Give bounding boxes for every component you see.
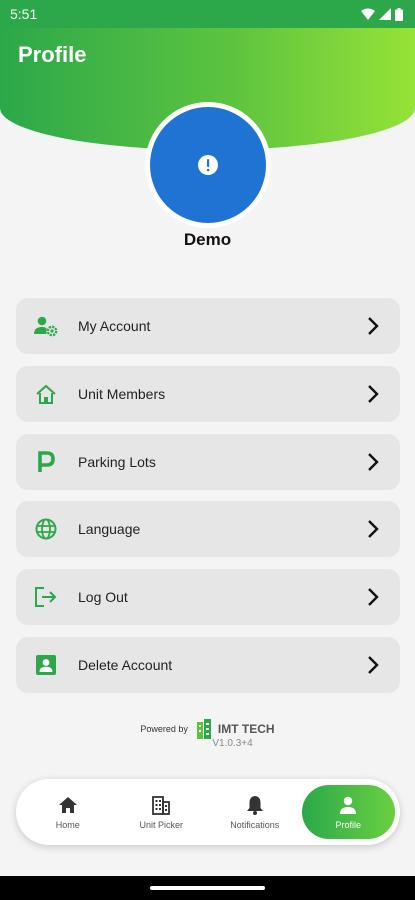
avatar[interactable] [145,102,271,228]
chevron-right-icon [368,656,379,674]
menu-item-parking-lots[interactable]: Parking Lots [16,433,400,490]
home-gesture-handle[interactable] [150,886,265,890]
chevron-right-icon [368,317,379,335]
page-title: Profile [18,42,87,67]
powered-by-footer: Powered by IMT TECH V1.0.3+4 [0,718,415,749]
account-box-icon [34,653,58,677]
menu-label-log-out: Log Out [78,589,128,606]
menu-item-delete-account[interactable]: Delete Account [16,636,400,693]
menu-label-language: Language [78,521,141,538]
status-time: 5:51 [10,6,38,22]
menu-label-delete-account: Delete Account [78,656,173,673]
nav-label-home: Home [55,819,80,830]
brand-name: IMT TECH [217,722,275,736]
menu-item-log-out[interactable]: Log Out [16,569,400,626]
account-settings-icon [34,314,58,338]
bottom-nav: Home Unit Picker Notifications Profile [16,779,400,845]
home-icon [58,795,78,815]
profile-name: Demo [183,230,232,249]
menu-label-my-account: My Account [78,318,151,334]
menu-label-parking-lots: Parking Lots [78,453,156,470]
nav-item-notifications[interactable]: Notifications [208,785,302,839]
globe-icon [34,517,58,541]
app-version: V1.0.3+4 [212,738,253,749]
person-icon [339,795,357,815]
nav-label-unit-picker: Unit Picker [139,819,183,830]
wifi-icon [361,8,375,20]
nav-item-profile[interactable]: Profile [301,785,395,839]
logout-icon [34,585,58,609]
menu-label-unit-members: Unit Members [78,385,166,402]
nav-item-home[interactable]: Home [21,785,115,839]
profile-menu: My Account Unit Members Parking Lots Lan… [16,298,400,705]
powered-by-text: Powered by [140,724,188,734]
parking-icon [34,450,58,474]
signal-icon [379,8,391,20]
menu-item-my-account[interactable]: My Account [16,298,400,354]
nav-item-unit-picker[interactable]: Unit Picker [115,785,209,839]
battery-icon [395,7,403,21]
building-icon [151,795,171,815]
nav-label-profile: Profile [335,819,361,830]
status-bar: 5:51 [0,0,415,28]
bell-icon [246,795,264,815]
system-gesture-bar [0,876,415,900]
chevron-right-icon [368,384,379,403]
menu-item-language[interactable]: Language [16,501,400,558]
alert-circle-icon [198,155,218,175]
home-icon [34,382,58,406]
brand-logo: IMT TECH [194,718,275,740]
chevron-right-icon [368,588,379,607]
nav-label-notifications: Notifications [230,819,280,830]
chevron-right-icon [368,452,379,471]
chevron-right-icon [368,520,379,539]
menu-item-unit-members[interactable]: Unit Members [16,365,400,422]
building-logo-icon [196,719,211,739]
status-icons [361,7,403,21]
